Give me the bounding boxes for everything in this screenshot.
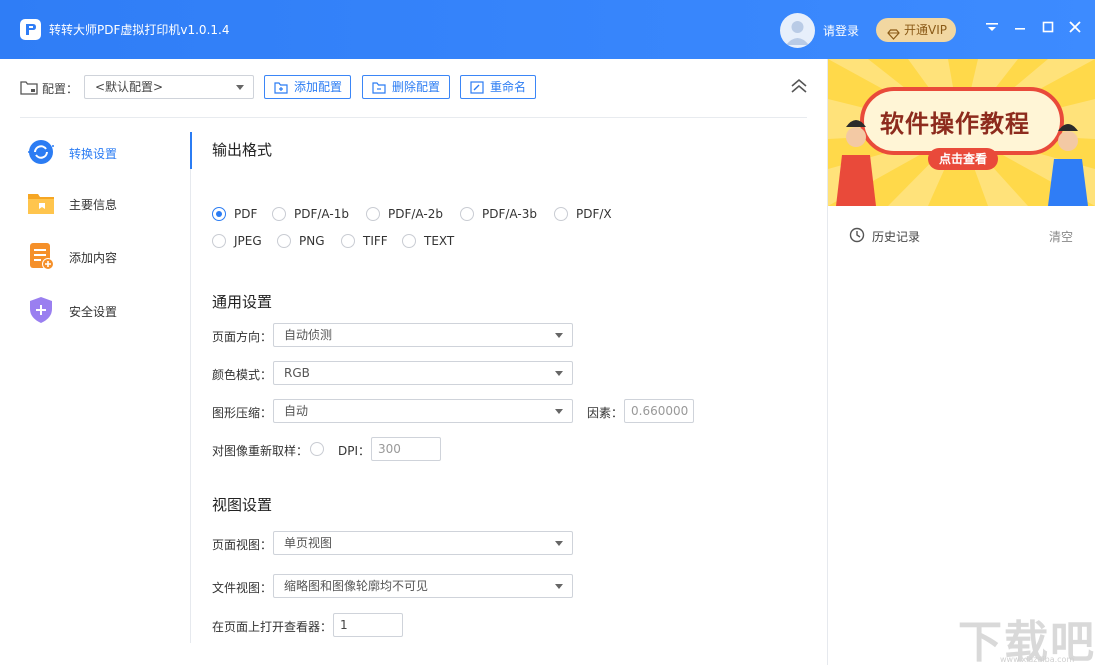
security-shield-icon bbox=[26, 295, 56, 325]
sidebar-item-convert-settings[interactable]: 转换设置 bbox=[20, 131, 180, 171]
radio-dot bbox=[272, 207, 286, 221]
dpi-label: DPI： bbox=[338, 444, 371, 458]
vip-label: 开通VIP bbox=[904, 23, 947, 37]
output-format-title: 输出格式 bbox=[212, 141, 273, 159]
maximize-icon[interactable] bbox=[1041, 20, 1057, 38]
view-settings-title: 视图设置 bbox=[212, 496, 273, 514]
radio-dot bbox=[366, 207, 380, 221]
radio-label: TIFF bbox=[363, 234, 388, 248]
close-icon[interactable] bbox=[1068, 20, 1084, 38]
sidebar-item-main-info[interactable]: 主要信息 bbox=[20, 182, 180, 222]
radio-label: PDF bbox=[234, 207, 258, 221]
open-viewer-input[interactable]: 1 bbox=[333, 613, 403, 637]
config-selected-value: <默认配置> bbox=[95, 80, 164, 94]
nav-active-indicator bbox=[190, 132, 192, 169]
radio-dot bbox=[212, 234, 226, 248]
file-view-label: 文件视图： bbox=[212, 581, 273, 595]
chevron-down-icon bbox=[555, 584, 563, 589]
title-bar: 转转大师PDF虚拟打印机v1.0.1.4 请登录 开通VIP bbox=[0, 0, 1095, 59]
watermark-url: www.xiazaiba.com bbox=[1000, 655, 1075, 664]
radio-label: TEXT bbox=[424, 234, 455, 248]
orientation-value: 自动侦测 bbox=[284, 328, 333, 342]
rename-label: 重命名 bbox=[490, 80, 527, 94]
history-label: 历史记录 bbox=[872, 230, 921, 244]
add-config-label: 添加配置 bbox=[294, 80, 343, 94]
page-view-label: 页面视图： bbox=[212, 538, 273, 552]
collapse-up-icon[interactable] bbox=[790, 78, 808, 97]
radio-label: JPEG bbox=[234, 234, 262, 248]
resample-label: 对图像重新取样： bbox=[212, 444, 309, 458]
chevron-down-icon bbox=[555, 333, 563, 338]
sidebar-item-label: 添加内容 bbox=[69, 251, 118, 265]
chevron-down-icon bbox=[555, 541, 563, 546]
radio-dot bbox=[212, 207, 226, 221]
vip-button[interactable]: 开通VIP bbox=[876, 18, 956, 42]
radio-dot bbox=[277, 234, 291, 248]
sidebar-item-add-content[interactable]: 添加内容 bbox=[20, 235, 180, 275]
config-divider bbox=[20, 117, 807, 118]
page-view-value: 单页视图 bbox=[284, 536, 333, 550]
add-content-icon bbox=[26, 241, 56, 271]
color-mode-label: 颜色模式： bbox=[212, 368, 273, 382]
color-mode-value: RGB bbox=[284, 366, 310, 380]
factor-label: 因素： bbox=[587, 406, 624, 420]
dropdown-menu-icon[interactable] bbox=[985, 20, 1001, 38]
compression-label: 图形压缩： bbox=[212, 406, 273, 420]
radio-label: PNG bbox=[299, 234, 325, 248]
chevron-down-icon bbox=[236, 85, 244, 90]
app-title: 转转大师PDF虚拟打印机v1.0.1.4 bbox=[49, 23, 230, 37]
config-select[interactable]: <默认配置> bbox=[84, 75, 254, 99]
factor-input[interactable]: 0.660000 bbox=[624, 399, 694, 423]
color-mode-select[interactable]: RGB bbox=[273, 361, 573, 385]
sidebar-item-security[interactable]: 安全设置 bbox=[20, 289, 180, 329]
config-label: 配置： bbox=[42, 82, 79, 96]
convert-settings-icon bbox=[26, 137, 56, 167]
orientation-label: 页面方向： bbox=[212, 330, 273, 344]
rename-button[interactable]: 重命名 bbox=[460, 75, 536, 99]
delete-config-label: 删除配置 bbox=[392, 80, 441, 94]
open-viewer-label: 在页面上打开查看器： bbox=[212, 620, 333, 634]
sidebar-item-label: 主要信息 bbox=[69, 198, 118, 212]
radio-label: PDF/A-1b bbox=[294, 207, 349, 221]
login-link[interactable]: 请登录 bbox=[823, 22, 859, 39]
folder-info-icon bbox=[26, 188, 56, 218]
radio-dot bbox=[341, 234, 355, 248]
radio-dot bbox=[554, 207, 568, 221]
compression-select[interactable]: 自动 bbox=[273, 399, 573, 423]
radio-dot bbox=[460, 207, 474, 221]
sidebar-item-label: 转换设置 bbox=[69, 147, 118, 161]
orientation-select[interactable]: 自动侦测 bbox=[273, 323, 573, 347]
delete-config-button[interactable]: 删除配置 bbox=[362, 75, 450, 99]
config-folder-icon bbox=[20, 79, 38, 98]
sidebar-item-label: 安全设置 bbox=[69, 305, 118, 319]
general-settings-title: 通用设置 bbox=[212, 293, 273, 311]
radio-label: PDF/A-3b bbox=[482, 207, 537, 221]
radio-dot bbox=[402, 234, 416, 248]
banner-title: 软件操作教程 bbox=[880, 110, 1030, 138]
chevron-down-icon bbox=[555, 409, 563, 414]
radio-label: PDF/A-2b bbox=[388, 207, 443, 221]
minimize-icon[interactable] bbox=[1013, 20, 1029, 38]
clear-history-link[interactable]: 清空 bbox=[1049, 228, 1073, 245]
nav-divider bbox=[190, 132, 191, 643]
banner-view-button[interactable]: 点击查看 bbox=[928, 148, 998, 170]
resample-toggle[interactable] bbox=[310, 442, 324, 456]
add-config-button[interactable]: 添加配置 bbox=[264, 75, 351, 99]
diamond-icon bbox=[887, 24, 900, 48]
compression-value: 自动 bbox=[284, 404, 309, 418]
app-logo-icon bbox=[20, 19, 41, 40]
file-view-select[interactable]: 缩略图和图像轮廓均不可见 bbox=[273, 574, 573, 598]
dpi-input[interactable]: 300 bbox=[371, 437, 441, 461]
radio-label: PDF/X bbox=[576, 207, 612, 221]
page-view-select[interactable]: 单页视图 bbox=[273, 531, 573, 555]
user-avatar[interactable] bbox=[780, 13, 815, 48]
tutorial-banner[interactable]: 软件操作教程 点击查看 bbox=[828, 59, 1095, 206]
clock-icon bbox=[849, 227, 865, 246]
file-view-value: 缩略图和图像轮廓均不可见 bbox=[284, 579, 429, 593]
chevron-down-icon bbox=[555, 371, 563, 376]
